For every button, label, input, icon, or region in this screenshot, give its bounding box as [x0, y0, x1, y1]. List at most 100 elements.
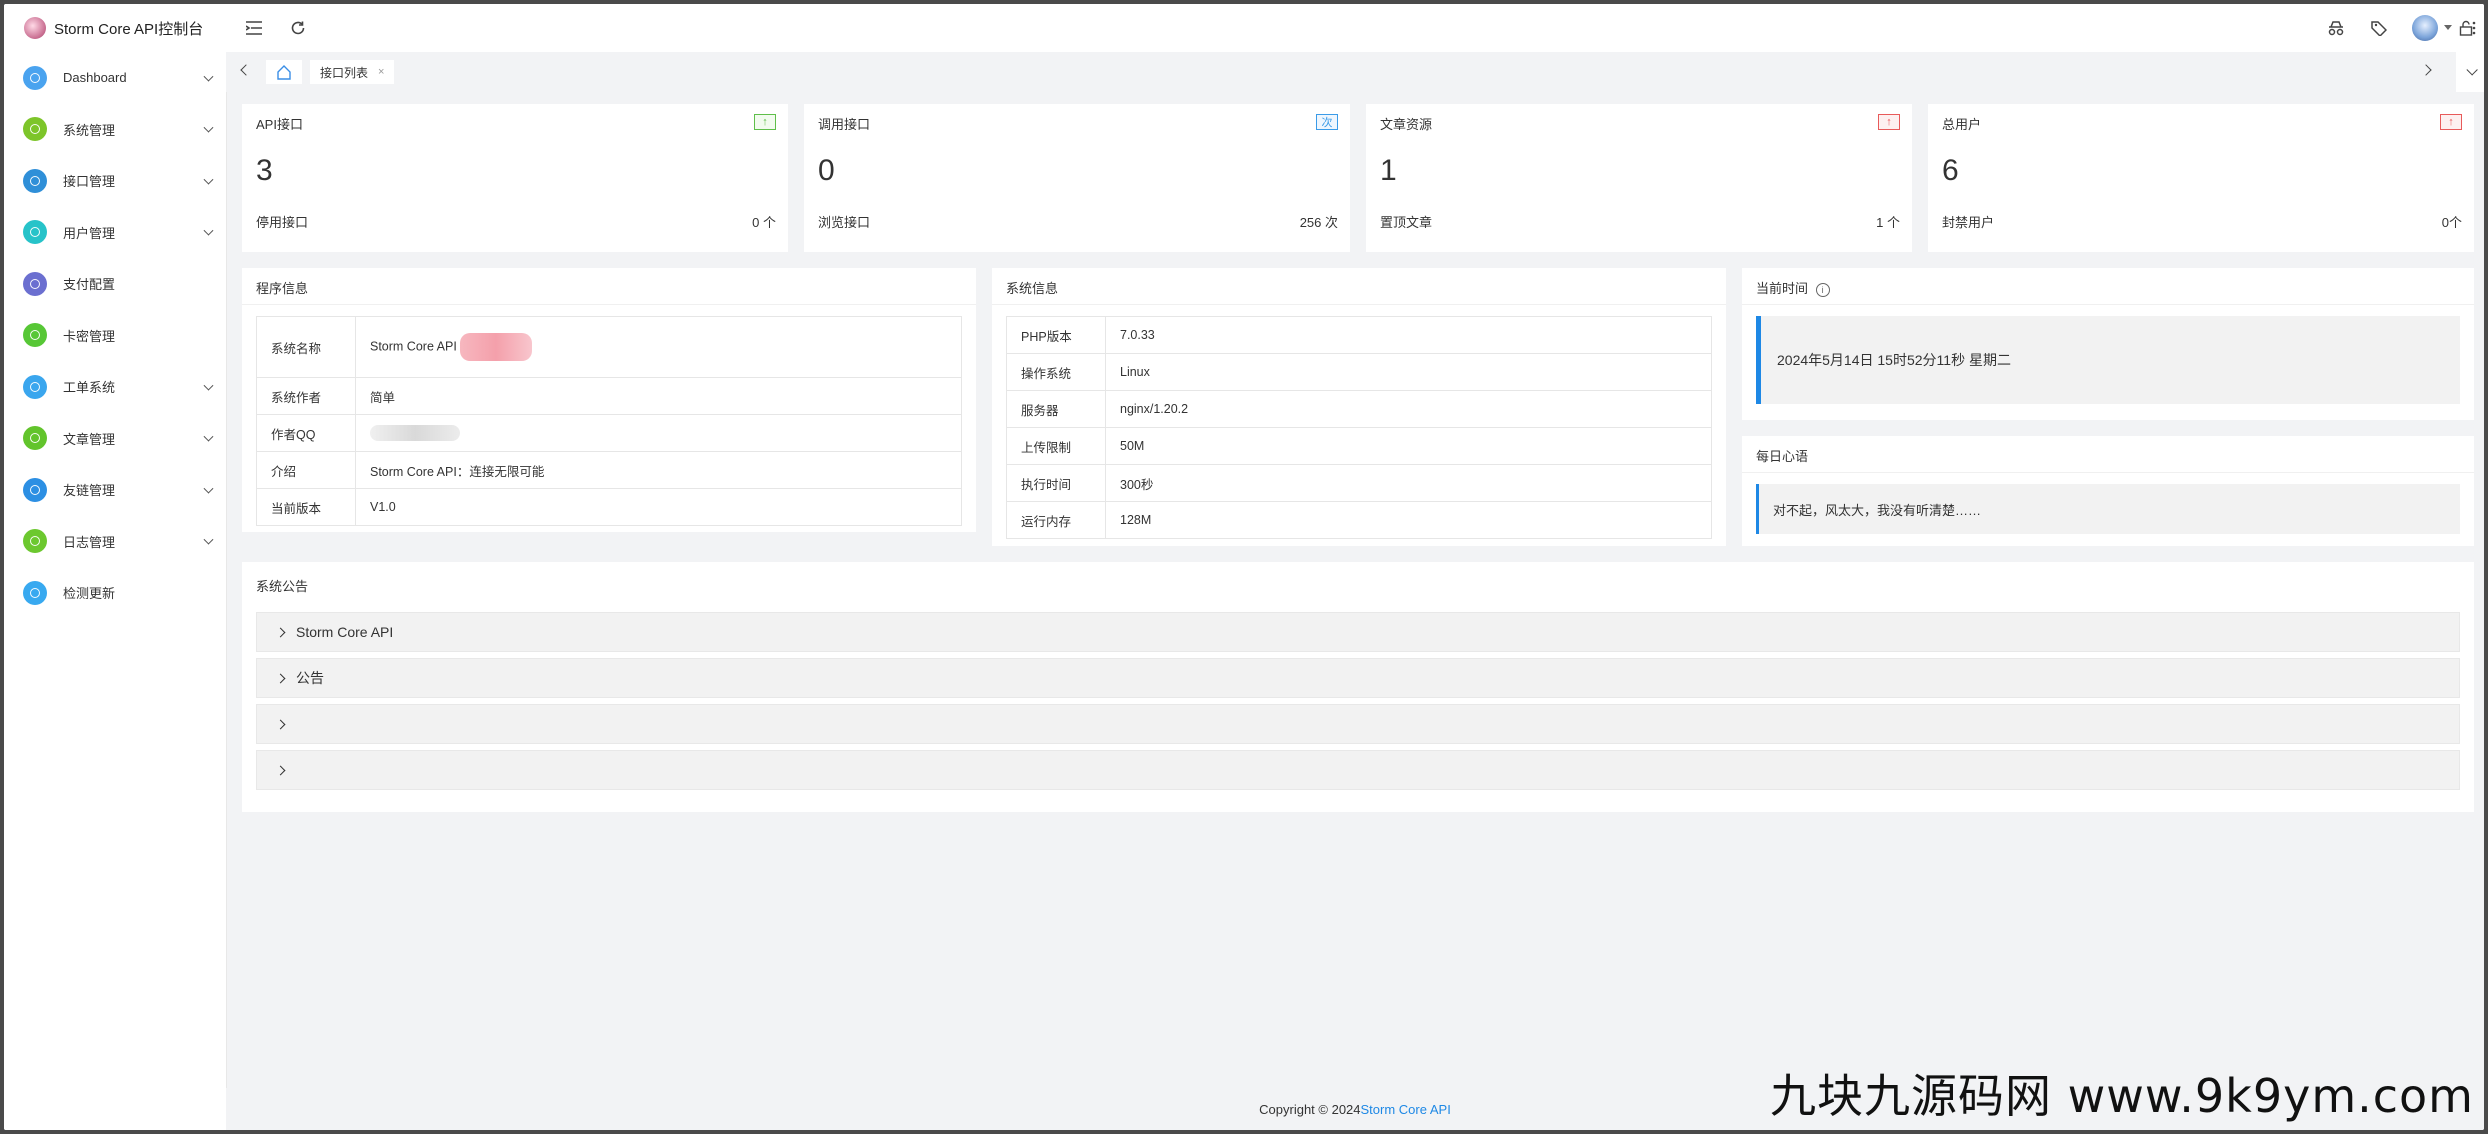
stat-value: 0 — [818, 154, 835, 187]
announcement-item[interactable]: 公告 — [256, 658, 2460, 698]
announcement-item[interactable] — [256, 750, 2460, 790]
table-row: 运行内存 128M — [1006, 501, 1712, 539]
sidebar-item-label: 工单系统 — [63, 380, 116, 396]
stat-card-api: API接口 ↑ 3 停用接口 0 个 — [242, 104, 788, 252]
current-time-panel: 当前时间 i 2024年5月14日 15时52分11秒 星期二 — [1742, 268, 2474, 420]
info-value: V1.0 — [355, 488, 962, 526]
watermark: 九块九源码网 www.9k9ym.com — [1770, 1069, 2474, 1123]
chevron-down-icon — [203, 225, 214, 236]
info-value: 7.0.33 — [1105, 316, 1712, 354]
home-icon — [277, 64, 291, 80]
menu-toggle-icon[interactable] — [244, 18, 264, 38]
chevron-down-icon — [203, 380, 214, 391]
stat-subvalue: 256 次 — [1299, 215, 1338, 230]
sidebar-item-5[interactable]: 卡密管理 — [4, 310, 226, 362]
info-key: 介绍 — [256, 451, 356, 489]
sidebar-item-2[interactable]: 接口管理 — [4, 155, 226, 207]
panel-title: 每日心语 — [1756, 449, 1809, 464]
system-info-table: PHP版本 7.0.33 操作系统 Linux 服务器 nginx/1.20.2 上传… — [1006, 316, 1712, 539]
stat-subvalue: 0 个 — [752, 215, 776, 230]
chevron-down-icon — [203, 534, 214, 545]
sidebar-menu: Dashboard 系统管理接口管理用户管理支付配置卡密管理工单系统文章管理友链管… — [4, 52, 226, 619]
program-info-panel: 程序信息 系统名称 Storm Core API 系统作者 简单 作者QQ 介绍 St… — [242, 268, 976, 532]
menu-icon — [23, 220, 47, 245]
menu-icon — [23, 580, 47, 605]
table-row: 服务器 nginx/1.20.2 — [1006, 390, 1712, 428]
stat-card-users: 总用户 ↑ 6 封禁用户 0个 — [1928, 104, 2474, 252]
sidebar-item-8[interactable]: 友链管理 — [4, 464, 226, 516]
panel-title: 系统公告 — [256, 579, 309, 594]
sidebar-item-0[interactable]: Dashboard — [4, 52, 226, 104]
info-key: 操作系统 — [1006, 353, 1106, 391]
refresh-icon[interactable] — [288, 18, 308, 38]
app-window: Storm Core API控制台 Dashboard 系统管理接口管理用户管理支… — [4, 4, 2484, 1130]
chevron-right-icon — [275, 719, 286, 729]
sidebar-item-label: 文章管理 — [63, 431, 116, 447]
info-value: Linux — [1105, 353, 1712, 391]
user-avatar[interactable] — [2412, 15, 2438, 41]
footer-link[interactable]: Storm Core API — [1361, 1102, 1451, 1117]
sidebar-item-3[interactable]: 用户管理 — [4, 207, 226, 259]
stat-card-calls: 调用接口 次 0 浏览接口 256 次 — [804, 104, 1350, 252]
sidebar-item-label: 检测更新 — [63, 586, 116, 602]
chevron-down-icon — [203, 483, 214, 494]
daily-quote-value: 对不起，风太大，我没有听清楚…… — [1756, 484, 2460, 534]
sidebar-item-label: Dashboard — [63, 70, 127, 86]
sidebar-item-label: 支付配置 — [63, 277, 116, 293]
stat-sublabel: 置顶文章 — [1380, 215, 1433, 230]
tab-api-list[interactable]: 接口列表 × — [310, 60, 395, 84]
stat-value: 1 — [1380, 154, 1397, 187]
panel-title: 程序信息 — [256, 281, 309, 296]
sidebar-item-6[interactable]: 工单系统 — [4, 361, 226, 413]
announcement-item[interactable]: Storm Core API — [256, 612, 2460, 652]
sidebar-item-9[interactable]: 日志管理 — [4, 516, 226, 568]
sidebar-item-label: 系统管理 — [63, 122, 116, 138]
incognito-icon[interactable] — [2326, 18, 2346, 38]
stat-value: 3 — [256, 154, 273, 187]
chevron-right-icon — [275, 627, 286, 637]
info-icon[interactable]: i — [1815, 282, 1830, 297]
chevron-down-icon — [2466, 64, 2478, 76]
announcement-item[interactable] — [256, 704, 2460, 744]
sidebar-item-10[interactable]: 检测更新 — [4, 567, 226, 619]
info-key: 执行时间 — [1006, 464, 1106, 502]
announcement-title: Storm Core API — [296, 624, 394, 640]
stat-subvalue: 0个 — [2441, 215, 2462, 230]
chevron-down-icon[interactable] — [2444, 25, 2452, 30]
sidebar-item-label: 接口管理 — [63, 174, 116, 190]
announcement-title: 公告 — [296, 670, 324, 686]
tabs-scroll-left-icon[interactable] — [240, 64, 252, 76]
table-row: 系统作者 简单 — [256, 377, 962, 415]
app-logo[interactable]: Storm Core API控制台 — [4, 4, 226, 52]
tabs-scroll-right-icon[interactable] — [2420, 64, 2432, 76]
more-vertical-icon[interactable] — [2468, 18, 2480, 38]
tag-icon[interactable] — [2369, 18, 2389, 38]
stat-badge: ↑ — [2440, 114, 2462, 130]
chevron-down-icon — [203, 71, 214, 82]
sidebar-item-1[interactable]: 系统管理 — [4, 104, 226, 156]
stat-title: 调用接口 — [818, 117, 871, 132]
menu-icon — [23, 477, 47, 502]
sidebar-item-7[interactable]: 文章管理 — [4, 413, 226, 465]
menu-icon — [23, 117, 47, 142]
stat-sublabel: 封禁用户 — [1942, 215, 1995, 230]
stat-title: API接口 — [256, 117, 303, 132]
main-content: API接口 ↑ 3 停用接口 0 个 调用接口 次 0 浏览接口 256 次 文… — [226, 92, 2484, 1130]
close-icon[interactable]: × — [378, 66, 384, 78]
tab-label: 接口列表 — [320, 65, 369, 80]
tabs-dropdown[interactable] — [2456, 52, 2484, 92]
sidebar-item-4[interactable]: 支付配置 — [4, 258, 226, 310]
top-header — [226, 4, 2484, 53]
menu-icon — [23, 271, 47, 296]
footer-copyright: Copyright © 2024 — [1259, 1101, 1361, 1117]
menu-icon — [23, 168, 47, 193]
info-key: 上传限制 — [1006, 427, 1106, 465]
stat-sublabel: 浏览接口 — [818, 215, 871, 230]
tab-home[interactable] — [266, 60, 302, 84]
table-row: 执行时间 300秒 — [1006, 464, 1712, 502]
app-title: Storm Core API控制台 — [54, 20, 204, 38]
tabs-bar: 接口列表 × — [226, 52, 2484, 92]
chevron-down-icon — [203, 174, 214, 185]
program-info-table: 系统名称 Storm Core API 系统作者 简单 作者QQ 介绍 Storm C… — [256, 316, 962, 526]
table-row: 操作系统 Linux — [1006, 353, 1712, 391]
